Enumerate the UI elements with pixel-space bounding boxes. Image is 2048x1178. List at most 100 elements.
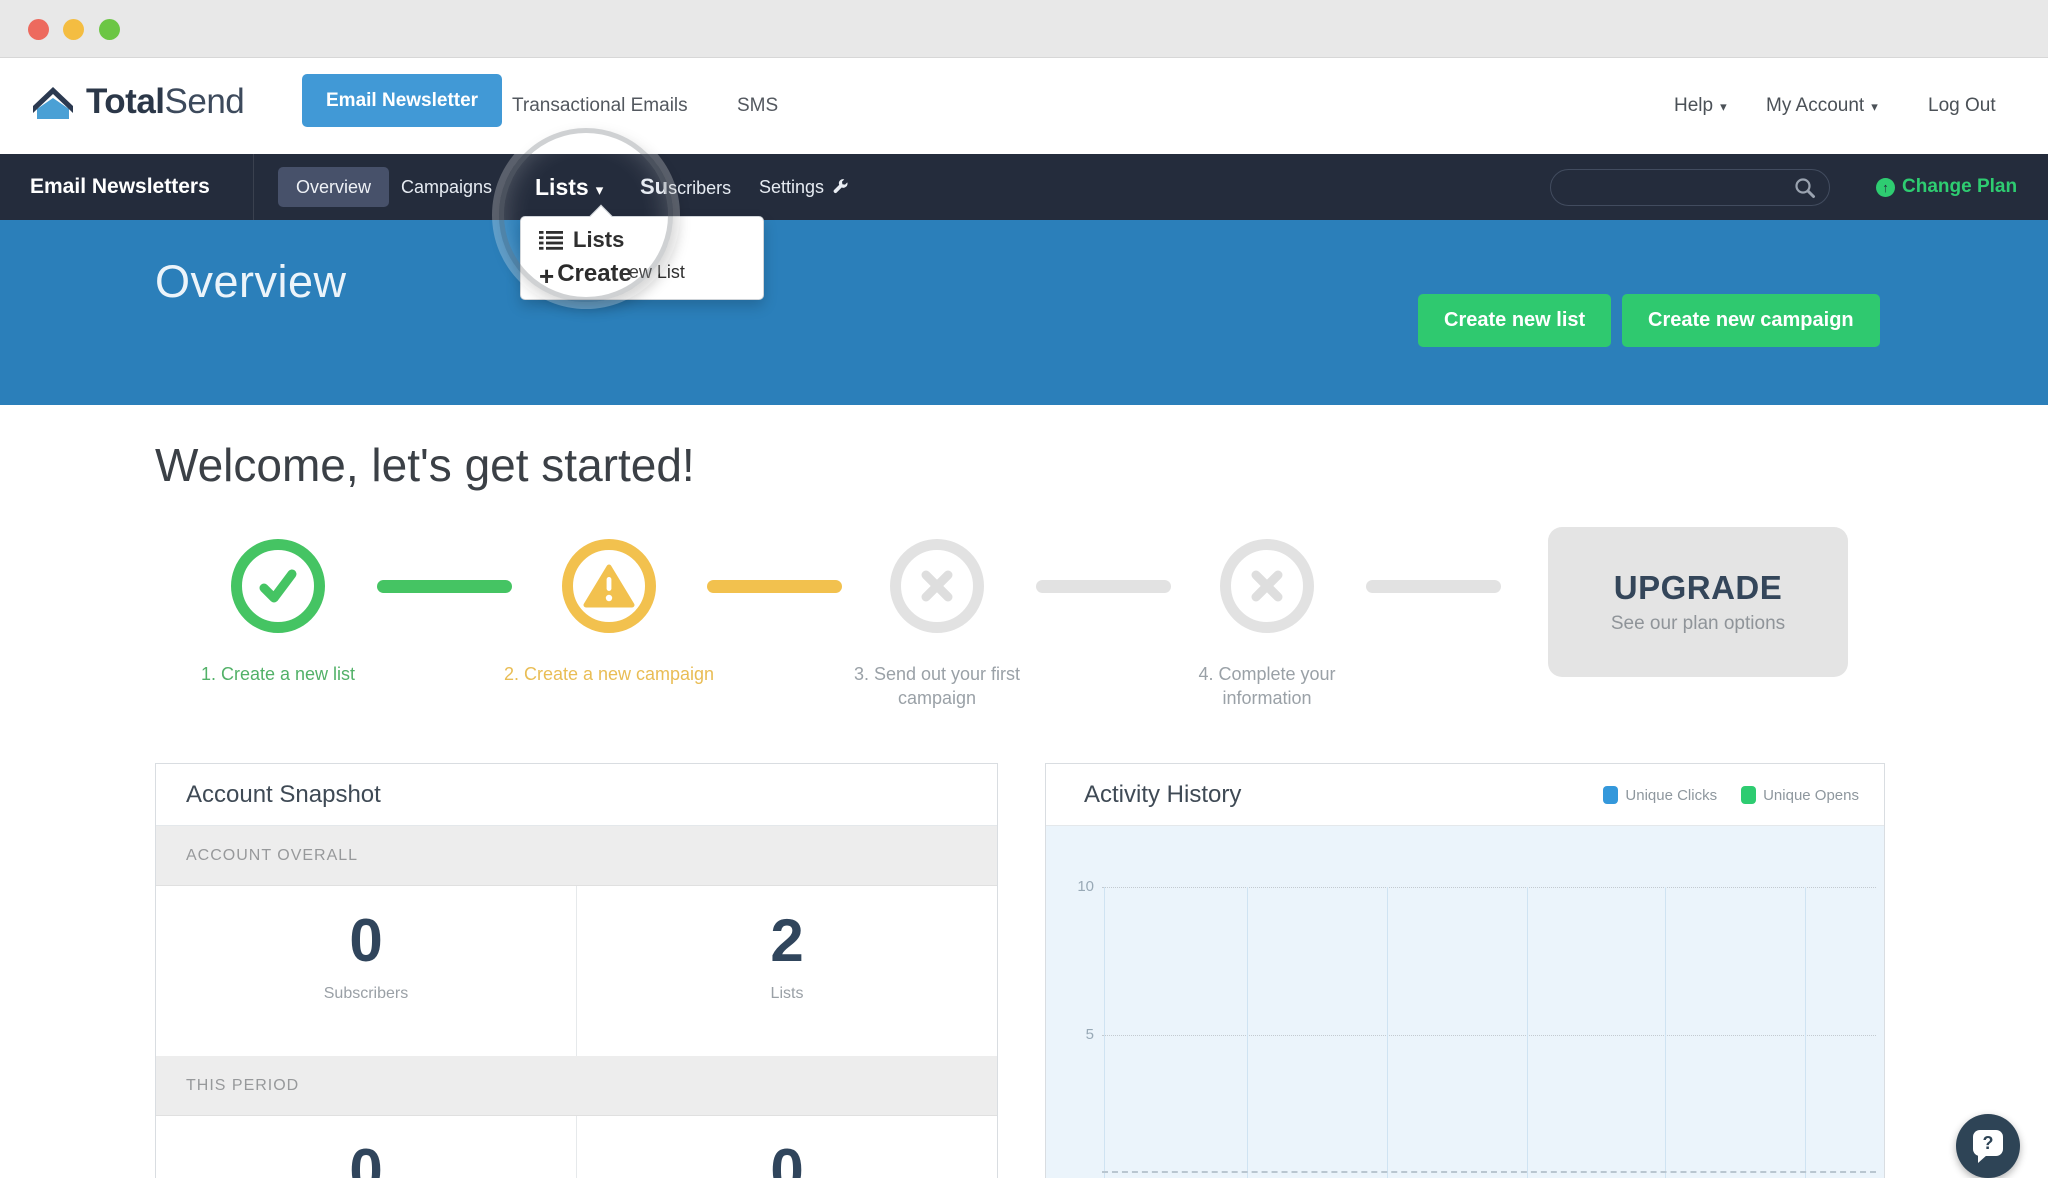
wrench-icon [833, 179, 848, 193]
window-close-button[interactable] [28, 19, 49, 40]
upgrade-card[interactable]: UPGRADE See our plan options [1548, 527, 1848, 677]
lists-dropdown-menu: Lists + Create ew List [520, 204, 764, 300]
subscribers-label: Subscribers [323, 985, 409, 1002]
step-1-circle [231, 539, 325, 633]
dropdown-item-create-new-list[interactable]: + Create ew List [521, 257, 763, 299]
unique-opens-swatch [1741, 786, 1757, 804]
nav-lists-label: Lists [535, 174, 589, 200]
change-plan-link[interactable]: ↑ Change Plan [1876, 154, 2017, 220]
x-icon [921, 570, 953, 602]
window-maximize-button[interactable] [99, 19, 120, 40]
step-2-circle [562, 539, 656, 633]
help-menu[interactable]: Help ▾ [1674, 58, 1727, 154]
nav-item-campaigns[interactable]: Campaigns [401, 154, 492, 220]
page-header-hero: Overview Create new list Create new camp… [0, 220, 2048, 405]
logo-mountain-icon [33, 87, 73, 119]
gridline-x2 [1387, 887, 1388, 1178]
warning-icon [583, 564, 635, 608]
nav-item-settings[interactable]: Settings [759, 154, 849, 220]
logo-text-light: Send [164, 82, 245, 121]
activity-history-panel: Activity History Unique Clicks Unique Op… [1045, 763, 1885, 1178]
unique-clicks-label: Unique Clicks [1625, 786, 1718, 804]
nav-item-overview[interactable]: Overview [278, 167, 390, 207]
legend-unique-clicks: Unique Clicks [1603, 786, 1717, 804]
upgrade-subtitle: See our plan options [1610, 613, 1786, 634]
search-icon[interactable] [1793, 176, 1817, 200]
step-connector-2 [707, 580, 842, 593]
tab-transactional-emails[interactable]: Transactional Emails [512, 58, 688, 154]
check-icon [259, 569, 297, 603]
search-input[interactable] [1551, 178, 1793, 197]
lists-label: Lists [770, 985, 804, 1002]
totalsend-logo[interactable]: Total Send [30, 82, 245, 122]
legend-unique-opens: Unique Opens [1741, 786, 1859, 804]
navbar-search [1550, 169, 1830, 206]
step-3-circle [890, 539, 984, 633]
help-chat-button[interactable]: ? [1956, 1114, 2020, 1178]
gridline-x3 [1527, 887, 1528, 1178]
activity-chart: 10 5 [1046, 826, 1884, 1178]
account-overall-stats: 0 Subscribers 2 Lists [156, 886, 997, 1056]
gridline-y5 [1102, 1035, 1876, 1036]
arrow-up-circle-icon: ↑ [1876, 177, 1895, 197]
plus-icon: + [539, 261, 555, 291]
period-value-2: 0 [770, 1137, 804, 1178]
caret-down-icon: ▾ [1720, 99, 1727, 114]
list-icon [539, 231, 563, 250]
step-connector-1 [377, 580, 512, 593]
chat-bubble-tail [1978, 1155, 1987, 1163]
step-1-label: 1. Create a new list [200, 664, 356, 684]
caret-down-icon: ▾ [1871, 99, 1878, 114]
upgrade-title: UPGRADE [1613, 569, 1783, 606]
settings-label: Settings [759, 177, 825, 197]
this-period-stats: 0 0 [156, 1116, 997, 1178]
caret-down-icon: ▾ [595, 182, 604, 199]
tab-email-newsletter[interactable]: Email Newsletter [302, 74, 503, 127]
question-mark-icon: ? [1973, 1130, 2003, 1156]
welcome-heading: Welcome, let's get started! [155, 439, 695, 491]
tab-sms[interactable]: SMS [737, 58, 778, 154]
change-plan-label: Change Plan [1902, 176, 2018, 197]
dropdown-lists-label: Lists [573, 227, 625, 252]
x-icon [1251, 570, 1283, 602]
step-connector-3 [1036, 580, 1171, 593]
section-header-account-overall: ACCOUNT OVERALL [156, 826, 997, 886]
unique-opens-label: Unique Opens [1763, 786, 1859, 804]
section-navbar: Email Newsletters Overview Campaigns Lis… [0, 154, 2048, 220]
navbar-brand: Email Newsletters [30, 175, 210, 198]
help-label: Help [1674, 95, 1714, 116]
account-snapshot-header: Account Snapshot [156, 764, 997, 826]
activity-history-title: Activity History [1084, 781, 1242, 808]
y-axis-line [1104, 887, 1105, 1178]
step-4-label: 4. Complete your information [1198, 664, 1336, 709]
gridline-x5 [1805, 887, 1806, 1178]
step-connector-4 [1366, 580, 1501, 593]
nav-item-subscribers[interactable]: Suscribers [640, 154, 731, 220]
window-minimize-button[interactable] [63, 19, 84, 40]
lists-count: 2 [770, 907, 804, 974]
subscribers-label-zoomed: Su [640, 174, 669, 199]
step-2-label: 2. Create a new campaign [503, 664, 715, 684]
chart-legend: Unique Clicks Unique Opens [1603, 764, 1859, 826]
stat-subscribers: 0 Subscribers [156, 886, 577, 1056]
log-out-link[interactable]: Log Out [1928, 58, 1996, 154]
window-titlebar [0, 0, 2048, 58]
x-axis-line [1102, 1171, 1876, 1173]
y-axis-tick-10: 10 [1077, 878, 1094, 895]
create-new-campaign-button[interactable]: Create new campaign [1622, 294, 1880, 347]
totalsend-dashboard: Total Send Email Newsletter Transactional… [0, 0, 2048, 1178]
create-label-zoomed: Create [557, 260, 632, 287]
create-label-tail: ew List [628, 262, 685, 282]
dropdown-item-lists[interactable]: Lists [521, 217, 763, 257]
nav-item-lists[interactable]: Lists ▾ [535, 154, 603, 220]
unique-clicks-swatch [1603, 786, 1619, 804]
account-snapshot-title: Account Snapshot [186, 781, 381, 808]
stat-lists: 2 Lists [577, 886, 997, 1056]
activity-history-header: Activity History Unique Clicks Unique Op… [1046, 764, 1884, 826]
my-account-menu[interactable]: My Account ▾ [1766, 58, 1878, 154]
navbar-divider [253, 154, 254, 220]
gridline-x1 [1247, 887, 1248, 1178]
step-4-circle [1220, 539, 1314, 633]
create-new-list-button[interactable]: Create new list [1418, 294, 1612, 347]
logo-text-bold: Total [86, 82, 165, 121]
